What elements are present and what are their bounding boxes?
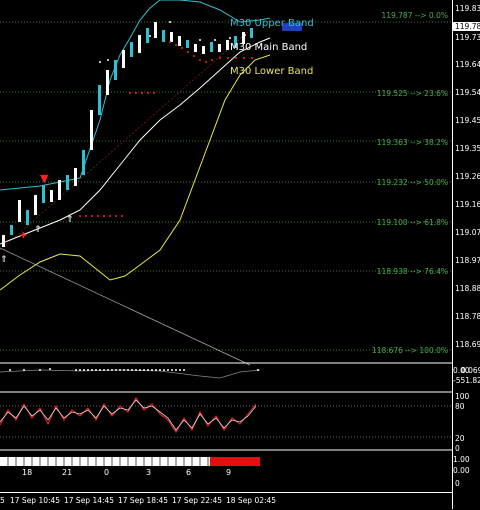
trend-line <box>0 247 251 366</box>
time-tick: 5 <box>0 496 5 505</box>
svg-text:⇑: ⇑ <box>0 255 8 265</box>
price-tick: 119.260 <box>455 172 480 181</box>
price-tick: 118.785 <box>455 312 480 321</box>
time-tick: 17 Sep 22:45 <box>172 496 223 505</box>
sub3-axis-tick: 0 <box>455 479 460 488</box>
sub3-num-6: 6 <box>186 468 192 477</box>
oscillator-red <box>0 397 257 433</box>
fib-label-500: 119.232 --> 50.0% <box>376 178 448 187</box>
time-tick: 17 Sep 14:45 <box>64 496 115 505</box>
sub2-axis-tick: 0 <box>455 444 460 453</box>
candles <box>2 22 253 247</box>
oscillator-white <box>0 399 257 431</box>
price-tick: 119.735 <box>455 33 480 42</box>
time-tick: 18 Sep 02:45 <box>226 496 277 505</box>
price-tick: 118.880 <box>455 284 480 293</box>
price-tick: 119.545 <box>455 88 480 97</box>
price-axis[interactable]: 119.830 119.782 119.735 119.640 119.545 … <box>452 0 480 509</box>
sub2-axis-tick: 20 <box>455 434 465 443</box>
fib-label-764: 118.938 --> 76.4% <box>376 267 448 276</box>
sub1-axis-tick: 0.0693 <box>461 366 480 375</box>
price-tick-current: 119.782 <box>453 22 480 31</box>
fib-label-618: 119.100 --> 61.8% <box>376 218 448 227</box>
signal-bar <box>0 457 260 466</box>
upper-band-label: M30 Upper Band <box>230 18 314 29</box>
sub3-num-3: 3 <box>146 468 152 477</box>
fib-label-0: 119.787 --> 0.0% <box>381 11 448 20</box>
price-tick: 119.070 <box>455 228 480 237</box>
fib-label-382: 119.363 --> 38.2% <box>376 138 448 147</box>
time-tick: 17 Sep 18:45 <box>118 496 169 505</box>
price-chart: ▼ ✚ ⇑ ⇑ ⇑ <box>0 0 452 451</box>
price-tick: 119.640 <box>455 60 480 69</box>
sub2-axis-tick: 80 <box>455 402 465 411</box>
price-tick: 118.690 <box>455 340 480 349</box>
sub2-axis-tick: 100 <box>455 392 470 401</box>
sub3-num-9: 9 <box>226 468 232 477</box>
price-tick: 118.975 <box>455 256 480 265</box>
sub3-num-0: 0 <box>104 468 110 477</box>
fib-label-1000: 118.676 --> 100.0% <box>371 346 448 355</box>
sub1-line <box>0 369 261 379</box>
sub3-num-18: 18 <box>22 468 33 477</box>
fib-label-236: 119.525 --> 23.6% <box>376 89 448 98</box>
lower-band-label: M30 Lower Band <box>230 66 314 77</box>
price-tick: 119.355 <box>455 144 480 153</box>
price-tick: 119.450 <box>455 116 480 125</box>
svg-text:⇑: ⇑ <box>34 225 42 235</box>
price-tick: 119.830 <box>455 4 480 13</box>
price-tick: 119.165 <box>455 200 480 209</box>
svg-text:▼: ▼ <box>40 172 49 185</box>
main-band-label: M30 Main Band <box>230 42 308 53</box>
sub1-axis-tick: -551.829 <box>453 376 480 385</box>
sub3-axis-tick: 0.00 <box>453 466 470 475</box>
sub3-axis-tick: 1.00 <box>453 455 470 464</box>
sub3-num-21: 21 <box>62 468 73 477</box>
time-axis[interactable]: 5 17 Sep 10:45 17 Sep 14:45 17 Sep 18:45… <box>0 492 452 510</box>
svg-text:✚: ✚ <box>20 231 27 240</box>
time-tick: 17 Sep 10:45 <box>10 496 61 505</box>
svg-text:⇑: ⇑ <box>66 215 74 225</box>
